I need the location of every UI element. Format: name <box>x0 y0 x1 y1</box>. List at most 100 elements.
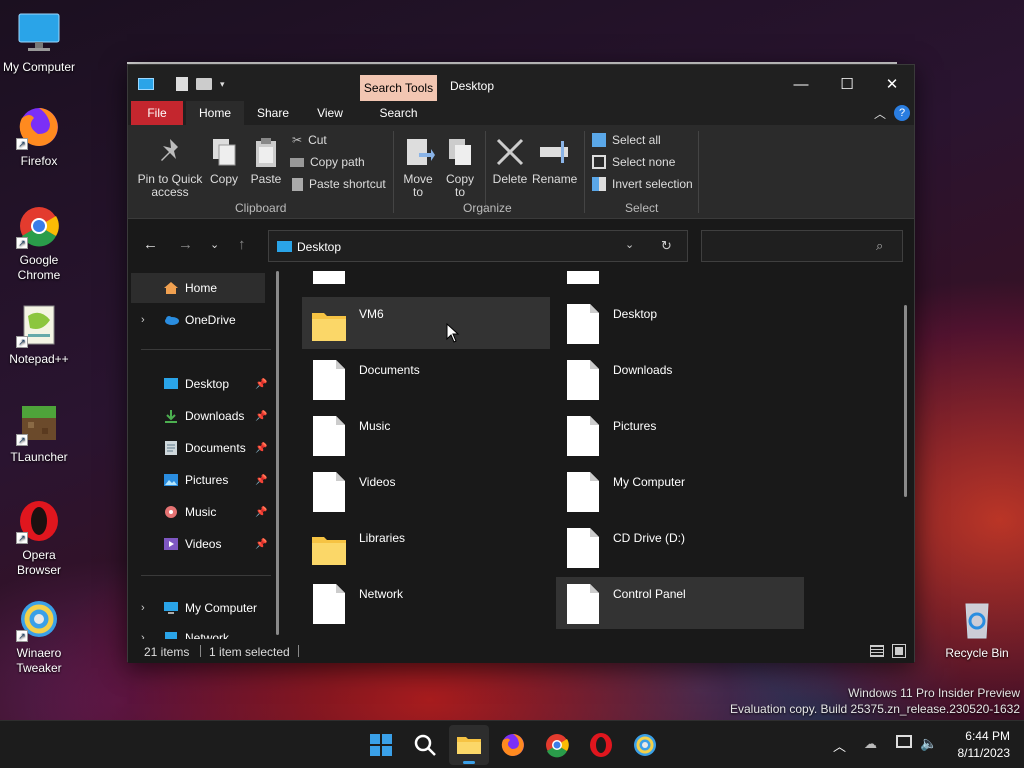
pin-to-quick-access-button[interactable]: Pin to Quick access <box>136 135 204 199</box>
minimize-button[interactable]: — <box>778 65 824 105</box>
music-icon <box>163 505 179 519</box>
file-tile-vm6[interactable]: VM6 <box>302 297 550 349</box>
clock-date[interactable]: 8/11/2023 <box>958 746 1011 760</box>
network-icon[interactable] <box>896 735 912 748</box>
tab-search[interactable]: Search <box>360 101 437 125</box>
clock-time[interactable]: 6:44 PM <box>965 729 1010 743</box>
nav-item-my-computer[interactable]: › My Computer <box>131 593 265 623</box>
nav-item-pictures[interactable]: Pictures 📌 <box>131 465 267 495</box>
show-hidden-icons-chevron-icon[interactable]: ︿ <box>833 736 846 755</box>
maximize-button[interactable]: ☐ <box>824 65 870 105</box>
organize-group-label: Organize <box>463 201 512 215</box>
navigation-pane: Home › OneDrive Desktop 📌 Downloads 📌 Do… <box>131 271 281 639</box>
forward-arrow-icon[interactable]: → <box>178 236 193 253</box>
details-view-icon[interactable] <box>870 645 884 657</box>
nav-item-videos[interactable]: Videos 📌 <box>131 529 267 559</box>
desktop-icon-tlauncher[interactable]: ↗ TLauncher <box>0 400 78 465</box>
cut-button[interactable]: ✂ Cut <box>292 133 327 147</box>
desktop-icon-opera[interactable]: ↗ Opera Browser <box>0 498 78 578</box>
tab-share[interactable]: Share <box>246 101 300 125</box>
file-tile-downloads[interactable]: Downloads <box>556 353 804 405</box>
firefox-icon[interactable] <box>499 731 527 759</box>
close-button[interactable]: ✕ <box>869 65 915 105</box>
volume-icon[interactable]: 🔈 <box>920 735 937 752</box>
desktop-icon-winaero[interactable]: ↗ Winaero Tweaker <box>0 596 78 676</box>
file-tile-control-panel[interactable]: Control Panel <box>556 577 804 629</box>
desktop-icon-notepadpp[interactable]: ↗ Notepad++ <box>0 302 78 367</box>
expand-chevron-icon[interactable]: › <box>141 632 145 639</box>
selection-count: 1 item selected <box>209 645 290 659</box>
copy-path-button[interactable]: Copy path <box>290 155 365 169</box>
refresh-icon[interactable]: ↻ <box>661 238 672 254</box>
back-arrow-icon[interactable]: ← <box>143 236 158 253</box>
nav-item-documents[interactable]: Documents 📌 <box>131 433 267 463</box>
new-folder-icon[interactable] <box>196 78 212 90</box>
nav-item-home[interactable]: Home <box>131 273 265 303</box>
file-tile-libraries[interactable]: Libraries <box>302 521 550 573</box>
opera-icon[interactable] <box>587 731 615 759</box>
paste-shortcut-button[interactable]: Paste shortcut <box>292 177 386 191</box>
select-none-button[interactable]: Select none <box>592 155 675 169</box>
nav-item-downloads[interactable]: Downloads 📌 <box>131 401 267 431</box>
recent-locations-chevron-icon[interactable]: ⌄ <box>210 238 219 251</box>
copy-button[interactable]: Copy <box>206 135 242 186</box>
tab-home[interactable]: Home <box>186 101 244 125</box>
file-tile-pictures[interactable]: Pictures <box>556 409 804 461</box>
select-all-button[interactable]: Select all <box>592 133 661 147</box>
desktop-icon-firefox[interactable]: ↗ Firefox <box>0 104 78 169</box>
nav-item-music[interactable]: Music 📌 <box>131 497 267 527</box>
file-tile-network[interactable]: Network <box>302 577 550 629</box>
chrome-icon[interactable] <box>543 731 571 759</box>
winaero-icon[interactable] <box>631 731 659 759</box>
file-tile-desktop[interactable]: Desktop <box>556 297 804 349</box>
taskbar-file-explorer-button[interactable] <box>449 725 489 765</box>
nav-item-network[interactable]: › Network <box>131 623 265 639</box>
customize-qat-icon[interactable]: ▾ <box>220 79 225 90</box>
up-arrow-icon[interactable]: ↑ <box>238 236 246 253</box>
file-tile-my-computer[interactable]: My Computer <box>556 465 804 517</box>
file-tile-partial[interactable] <box>302 271 550 289</box>
expand-chevron-icon[interactable]: › <box>141 602 145 614</box>
search-input[interactable]: ⌕ <box>701 230 903 262</box>
taskbar: ︿ ☁ 🔈 6:44 PM 8/11/2023 <box>0 720 1024 768</box>
paste-button[interactable]: Paste <box>248 135 284 186</box>
pin-icon <box>153 135 187 169</box>
copy-to-button[interactable]: Copy to <box>442 135 478 199</box>
desktop-icon-recycle-bin[interactable]: Recycle Bin <box>940 596 1014 660</box>
quick-access-toolbar: ▾ <box>138 77 225 91</box>
properties-icon[interactable] <box>176 77 188 91</box>
file-tile-partial[interactable] <box>556 271 804 289</box>
file-tile-videos[interactable]: Videos <box>302 465 550 517</box>
blank-file-icon <box>567 472 599 512</box>
delete-button[interactable]: Delete <box>490 135 530 186</box>
notepadpp-icon: ↗ <box>16 302 62 348</box>
search-icon[interactable] <box>411 731 439 759</box>
windows-start-icon[interactable] <box>367 731 395 759</box>
desktop-icon-chrome[interactable]: ↗ Google Chrome <box>0 203 78 283</box>
content-scrollbar[interactable] <box>904 305 907 497</box>
expand-chevron-icon[interactable]: › <box>141 314 145 326</box>
blank-file-icon <box>313 416 345 456</box>
onedrive-offline-icon[interactable]: ☁ <box>864 736 877 752</box>
blank-file-icon <box>567 304 599 344</box>
tab-view[interactable]: View <box>304 101 356 125</box>
address-bar[interactable]: Desktop ⌄ ↻ <box>268 230 688 262</box>
file-explorer-window[interactable]: ▾ Search Tools Desktop — ☐ ✕ File Home S… <box>127 64 915 663</box>
nav-item-onedrive[interactable]: › OneDrive <box>131 305 265 335</box>
file-tile-music[interactable]: Music <box>302 409 550 461</box>
invert-selection-button[interactable]: Invert selection <box>592 177 693 191</box>
blank-file-icon <box>567 360 599 400</box>
large-icons-view-icon[interactable] <box>892 644 906 658</box>
move-to-button[interactable]: Move to <box>400 135 436 199</box>
nav-pane-scrollbar[interactable] <box>276 271 279 635</box>
file-tile-documents[interactable]: Documents <box>302 353 550 405</box>
title-bar[interactable]: ▾ Search Tools Desktop — ☐ ✕ <box>128 65 914 105</box>
desktop-icon-my-computer[interactable]: My Computer <box>0 10 78 75</box>
file-tile-cd-drive[interactable]: CD Drive (D:) <box>556 521 804 573</box>
nav-item-desktop[interactable]: Desktop 📌 <box>131 369 267 399</box>
rename-button[interactable]: Rename <box>532 135 577 186</box>
collapse-ribbon-icon[interactable]: ︿ <box>874 105 886 122</box>
tab-file[interactable]: File <box>131 101 183 125</box>
help-icon[interactable]: ? <box>894 105 910 121</box>
address-dropdown-icon[interactable]: ⌄ <box>625 238 634 251</box>
